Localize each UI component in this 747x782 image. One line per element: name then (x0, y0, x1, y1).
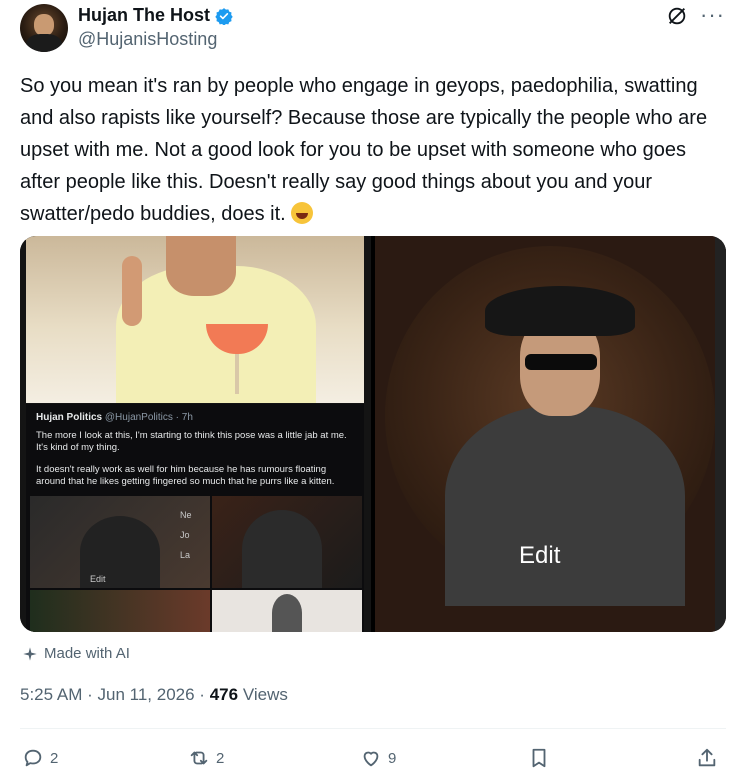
action-bar: 2 2 9 (20, 745, 726, 775)
avatar[interactable] (20, 4, 68, 52)
embedded-image-3 (30, 590, 210, 632)
photo-raised-finger (122, 256, 142, 326)
name-row: Hujan The Host (78, 5, 233, 26)
tweet-meta: 5:25 AM · Jun 11, 2026 · 476 Views (20, 685, 288, 705)
embedded-post-name: Hujan Politics (36, 412, 103, 423)
verified-badge-icon (215, 7, 233, 25)
made-with-ai-text: Made with AI (44, 645, 130, 662)
bookmark-icon (532, 748, 546, 768)
photo-head (166, 236, 236, 296)
edit-overlay-text: Edit (519, 542, 561, 569)
edit-circle-image: Edit (385, 246, 715, 606)
views-label: Views (242, 685, 288, 704)
embedded-post-header: Hujan Politics @HujanPolitics · 7h (36, 412, 193, 423)
sparkle-icon (23, 646, 37, 661)
embedded-image-1: Ne Jo La Edit (30, 496, 210, 588)
embedded-image-2 (212, 496, 362, 588)
heart-icon (363, 751, 379, 767)
embedded-label-la: La (180, 550, 191, 560)
embedded-image-4 (212, 590, 362, 632)
views-count: 476 (209, 685, 239, 704)
made-with-ai-label[interactable]: Made with AI (22, 645, 130, 662)
share-button[interactable] (696, 747, 718, 769)
media-grid[interactable]: Hujan Politics @HujanPolitics · 7h The m… (20, 236, 726, 632)
embedded-label-edit: Edit (90, 574, 106, 584)
divider (20, 728, 726, 729)
embedded-post-images: Ne Jo La Edit (30, 496, 362, 632)
photo-glass-stem (235, 354, 239, 394)
embedded-label-jo: Jo (180, 530, 190, 540)
tweet-text: So you mean it's ran by people who engag… (20, 70, 730, 230)
avatar-face (34, 14, 54, 36)
embedded-post-time: 7h (181, 412, 193, 423)
reply-count: 2 (50, 749, 59, 767)
more-icon[interactable]: ··· (700, 2, 725, 28)
tweet-time[interactable]: 5:25 AM (20, 685, 82, 704)
embedded-post-text-1: The more I look at this, I'm starting to… (36, 430, 347, 453)
image-sunglasses (525, 354, 597, 370)
meta-separator: · (199, 685, 205, 704)
figure-man (242, 510, 322, 588)
photo-man-with-drink (26, 236, 364, 403)
handle[interactable]: @HujanisHosting (78, 29, 217, 50)
embedded-post-screenshot: Hujan Politics @HujanPolitics · 7h The m… (26, 404, 364, 632)
like-count: 9 (388, 749, 397, 767)
media-left[interactable]: Hujan Politics @HujanPolitics · 7h The m… (20, 236, 371, 632)
image-fedora (485, 286, 635, 336)
side-strip (715, 236, 726, 632)
display-name[interactable]: Hujan The Host (78, 5, 210, 26)
figure-cartoon (272, 594, 302, 632)
repost-icon (190, 751, 208, 765)
meta-separator: · (87, 685, 93, 704)
media-right[interactable]: Edit (375, 236, 726, 632)
share-icon (698, 748, 716, 767)
embedded-post-handle: @HujanPolitics (104, 412, 173, 423)
embedded-label-ne: Ne (180, 510, 192, 520)
grinning-face-emoji-icon (291, 202, 314, 224)
tweet-date[interactable]: Jun 11, 2026 (98, 685, 195, 704)
grok-icon[interactable] (666, 5, 688, 27)
like-button[interactable]: 9 (360, 747, 396, 769)
avatar-body (26, 34, 62, 52)
reply-icon (24, 749, 42, 767)
bookmark-button[interactable] (528, 747, 550, 769)
image-suit (445, 406, 685, 606)
repost-button[interactable]: 2 (188, 747, 224, 769)
tweet-body: So you mean it's ran by people who engag… (20, 75, 708, 225)
repost-count: 2 (216, 749, 225, 767)
reply-button[interactable]: 2 (22, 747, 58, 769)
embedded-post-text-2: It doesn't really work as well for him b… (36, 464, 335, 487)
